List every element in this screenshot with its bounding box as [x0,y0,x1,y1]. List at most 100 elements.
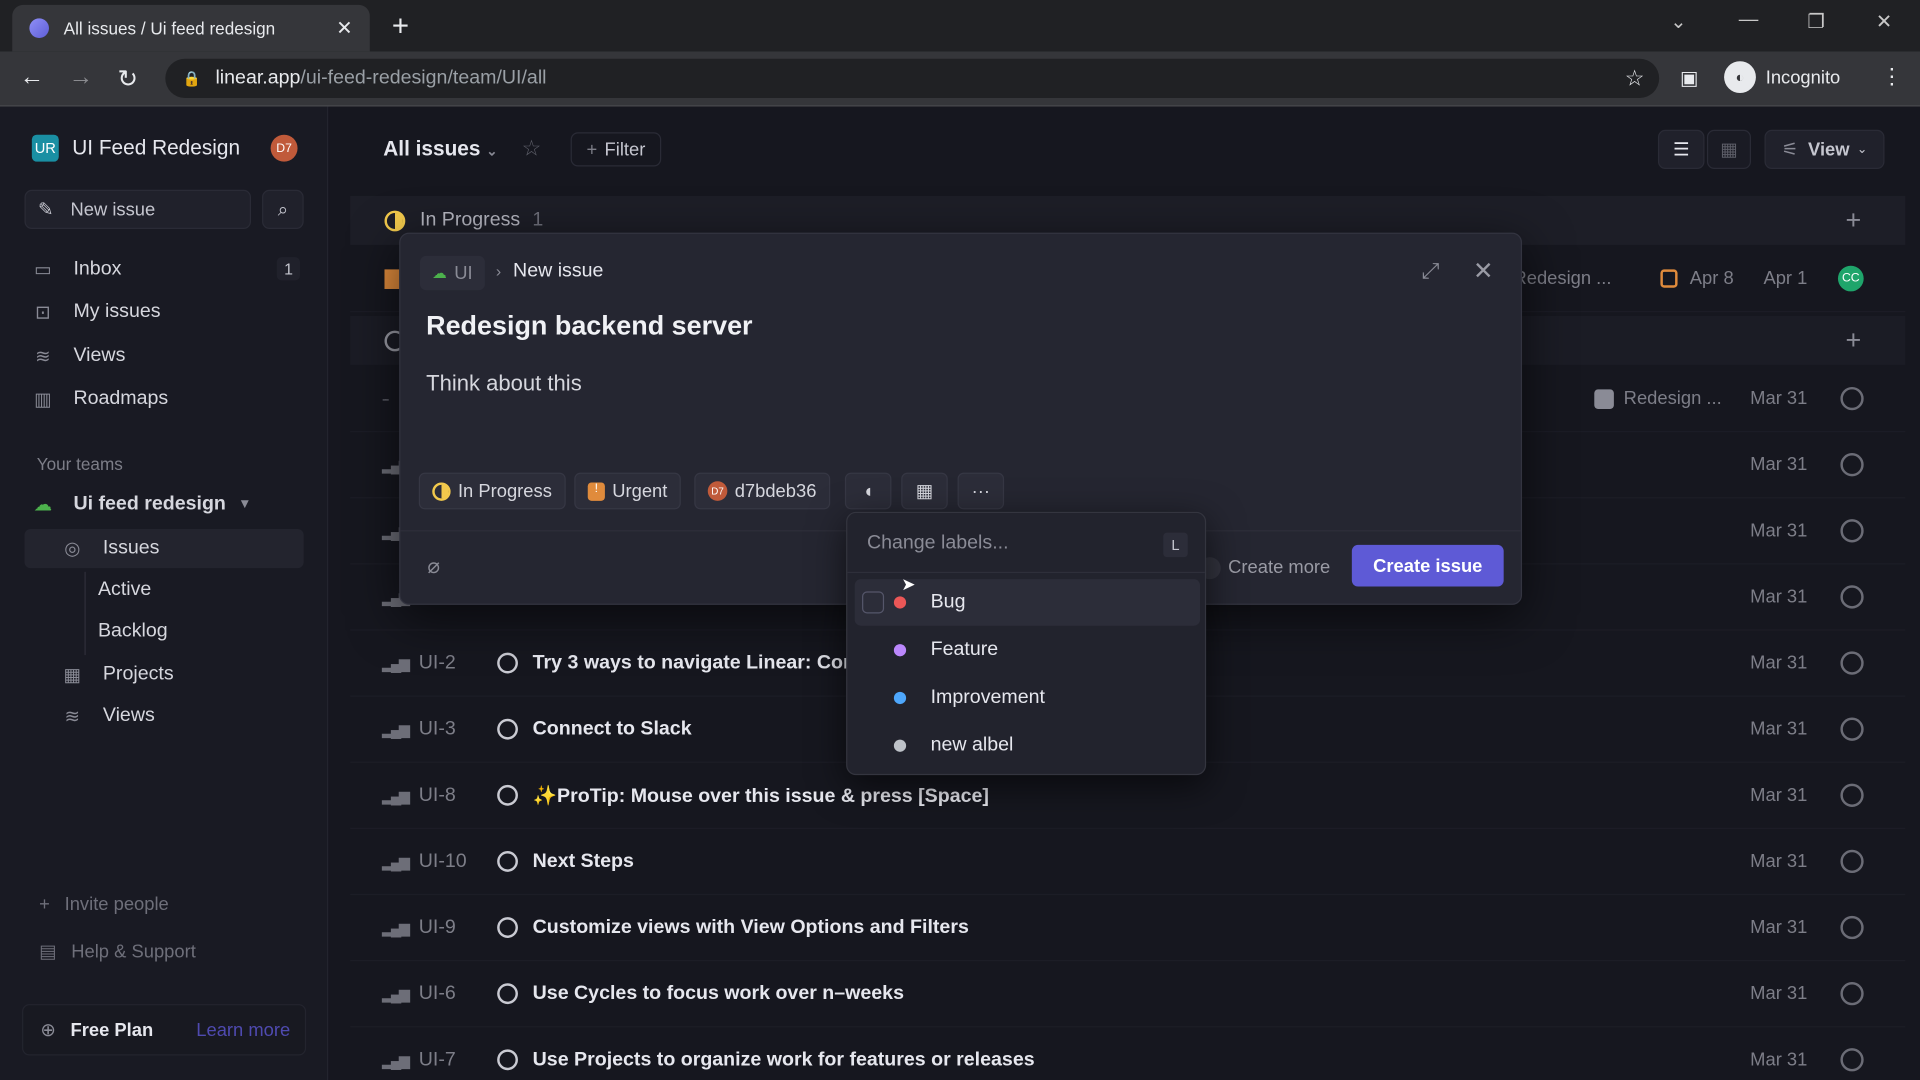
label-tag-icon: ◖ [862,480,874,502]
table-row[interactable]: ▂▄▆ UI-7 Use Projects to organize work for… [350,1027,1905,1080]
unassigned-avatar-icon[interactable] [1840,651,1864,675]
search-button[interactable]: ⌕ [262,189,304,229]
label-option[interactable]: Feature [855,627,1200,674]
created-date: Mar 31 [1750,520,1808,542]
create-issue-button[interactable]: Create issue [1351,544,1504,587]
caret-down-icon: ▼ [238,497,252,512]
new-tab-button[interactable]: + [392,10,409,44]
reload-icon[interactable]: ↻ [118,64,139,95]
close-window-button[interactable]: ✕ [1876,10,1892,34]
checkbox[interactable] [862,591,885,614]
unassigned-avatar-icon[interactable] [1840,717,1864,741]
unassigned-avatar-icon[interactable] [1840,783,1864,807]
status-circle-icon[interactable] [497,1049,518,1071]
assignee-chip[interactable]: D7 d7bdeb36 [694,472,830,510]
unassigned-avatar-icon[interactable] [1840,1048,1864,1072]
unassigned-avatar-icon[interactable] [1840,915,1864,940]
sidebar-item-backlog[interactable]: Backlog [98,613,168,650]
status-chip[interactable]: In Progress [418,472,566,510]
backlog-label: Backlog [97,620,168,642]
sidebar-item-team-views[interactable]: ≋ Views [61,698,155,735]
plus-icon: + [586,138,598,160]
label-option[interactable]: new albel [855,722,1200,769]
unassigned-avatar-icon[interactable] [1840,519,1864,543]
side-panel-icon[interactable]: ▣ [1680,66,1699,90]
sidebar-item-inbox[interactable]: ▭ Inbox [32,251,122,288]
project-chip[interactable]: ▦ [901,472,948,510]
due-date-chip[interactable]: Apr 8 [1660,268,1734,289]
issue-title: Use Cycles to focus work over n–weeks [532,982,904,1004]
status-circle-icon[interactable] [497,917,518,938]
unassigned-avatar-icon[interactable] [1840,386,1864,411]
status-circle-icon[interactable] [497,718,518,740]
labels-chip[interactable]: ◖ [844,472,892,510]
minimize-button[interactable]: — [1739,10,1759,32]
project-chip[interactable]: Redesign ... [1513,268,1611,289]
unassigned-avatar-icon[interactable] [1840,585,1864,609]
shortcut-key: L [1163,532,1188,558]
user-avatar[interactable]: D7 [270,134,298,162]
expand-icon[interactable]: ⤢ [1422,258,1440,284]
issue-title: Try 3 ways to navigate Linear: Com [532,652,861,673]
projects-icon: ▦ [63,664,81,686]
workspace-name[interactable]: UI Feed Redesign [72,136,240,160]
forward-icon[interactable]: → [69,64,93,92]
filter-button[interactable]: + Filter [570,132,662,167]
more-options-chip[interactable]: ··· [957,472,1005,510]
table-row[interactable]: ▂▄▆ UI-6 Use Cycles to focus work over n–w… [350,961,1906,1028]
sidebar-item-issues[interactable]: ◎ Issues [61,530,159,567]
view-title-dropdown[interactable]: All issues ⌄ [383,137,497,161]
browser-tab[interactable]: All issues / Ui feed redesign ✕ [12,4,370,52]
favorite-star-icon[interactable]: ☆ [522,136,542,162]
status-circle-icon[interactable] [497,851,518,872]
unassigned-avatar-icon[interactable] [1840,982,1864,1006]
status-circle-icon[interactable] [497,652,518,674]
new-issue-button[interactable]: ✎ New issue [24,189,252,229]
tab-search-icon[interactable]: ⌄ [1670,10,1686,34]
table-row[interactable]: ▂▄▆ UI-9 Customize views with View Options… [350,895,1906,962]
invite-people-button[interactable]: + Invite people [39,885,169,922]
sidebar-item-roadmaps[interactable]: ▥ Roadmaps [32,381,168,418]
priority-chip[interactable]: ! Urgent [574,472,681,510]
add-issue-plus-icon[interactable]: + [1845,204,1861,236]
priority-icon: ▂▄▆ [382,786,410,804]
sidebar-item-active[interactable]: Active [98,572,151,609]
sidebar-item-views[interactable]: ≋ Views [32,338,126,375]
attachment-paperclip-icon[interactable]: ⌀ [427,555,440,579]
labels-search-input[interactable]: Change labels... [867,533,1009,555]
team-toggle[interactable]: ☁ Ui feed redesign ▼ [32,486,252,523]
help-support-button[interactable]: ▤ Help & Support [39,933,196,970]
team-name: Ui feed redesign [73,493,226,515]
board-layout-button[interactable]: ▦ [1706,129,1752,169]
unassigned-avatar-icon[interactable] [1840,849,1864,874]
close-icon[interactable]: ✕ [1473,256,1494,287]
back-icon[interactable]: ← [20,64,44,92]
layers-icon: ≋ [64,706,80,728]
team-selector[interactable]: ☁ UI [420,255,485,291]
label-option[interactable]: Improvement [855,675,1200,722]
sidebar-item-projects[interactable]: ▦ Projects [61,656,174,693]
due-date: Apr 8 [1689,268,1734,289]
incognito-button[interactable]: ◐ Incognito [1724,61,1840,94]
unassigned-avatar-icon[interactable] [1840,453,1864,477]
status-circle-icon[interactable] [497,784,518,806]
issue-description-input[interactable]: Think about this [426,371,582,397]
list-layout-button[interactable]: ☰ [1657,129,1705,169]
project-chip[interactable]: Redesign ... [1594,388,1722,409]
add-issue-plus-icon[interactable]: + [1845,324,1861,356]
learn-more-link[interactable]: Learn more [196,1019,290,1040]
status-circle-icon[interactable] [497,983,518,1005]
sidebar-item-my-issues[interactable]: ⊡ My issues [32,294,160,331]
bookmark-star-icon[interactable]: ☆ [1625,66,1645,92]
browser-menu-icon[interactable]: ⋮ [1881,64,1903,90]
issue-title-input[interactable]: Redesign backend server [426,310,752,342]
issue-id: UI-3 [418,718,456,739]
inbox-badge: 1 [276,257,301,281]
restore-button[interactable]: ❐ [1807,10,1825,34]
view-options-button[interactable]: ⚟ View ⌄ [1764,129,1885,169]
url-field[interactable]: 🔒 linear.app/ui-feed-redesign/team/UI/all… [165,58,1660,98]
workspace-logo: UR [31,134,59,162]
table-row[interactable]: ▂▄▆ UI-10 Next Steps Mar 31 [350,829,1906,896]
close-tab-icon[interactable]: ✕ [336,16,352,40]
assignee-avatar[interactable]: CC [1837,265,1864,292]
